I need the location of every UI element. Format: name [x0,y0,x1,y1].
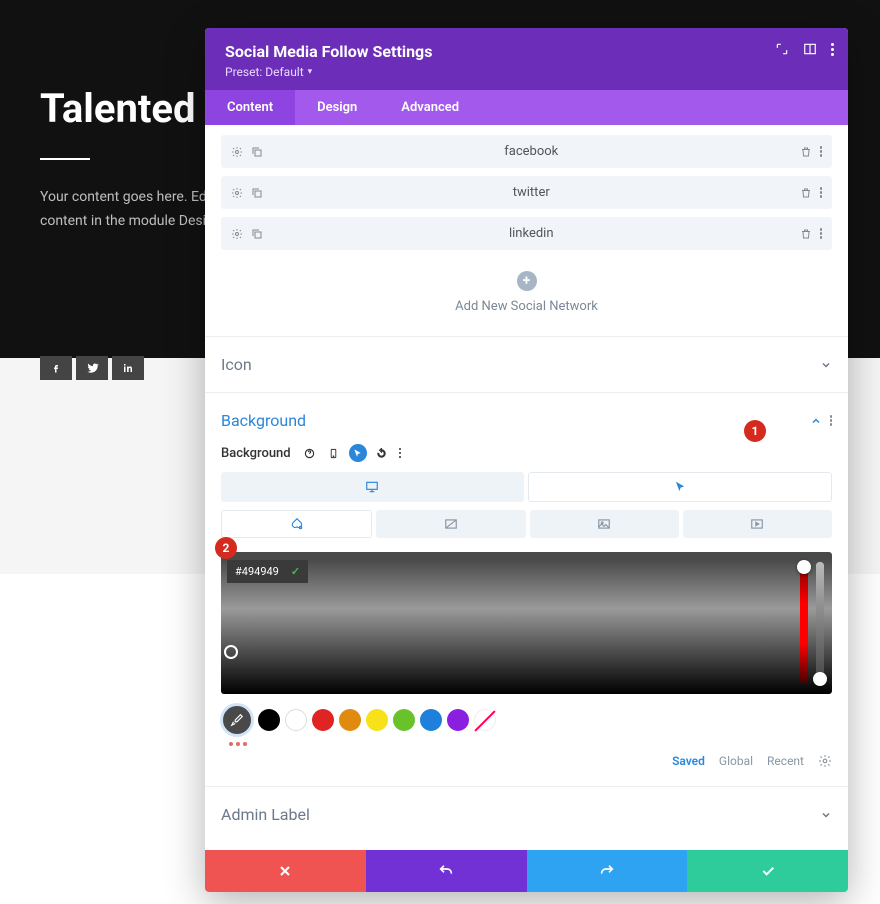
duplicate-icon[interactable] [251,228,263,240]
network-label: twitter [263,185,800,200]
network-row-twitter[interactable]: twitter [221,176,832,209]
palette-recent-tab[interactable]: Recent [767,754,804,768]
hue-slider[interactable] [800,562,808,684]
reset-icon[interactable] [373,444,391,462]
swatch-white[interactable] [285,709,307,731]
tab-design[interactable]: Design [295,90,379,125]
swatch-row [221,694,832,740]
palette-saved-tab[interactable]: Saved [672,754,705,768]
gear-icon[interactable] [231,187,243,199]
chevron-down-icon [820,359,832,371]
swatch-green[interactable] [393,709,415,731]
gear-icon[interactable] [231,228,243,240]
social-twitter-button[interactable] [76,356,108,380]
network-label: linkedin [263,226,800,241]
kebab-menu-icon[interactable] [831,43,834,56]
hex-value: #494949 [235,565,279,578]
hover-icon[interactable] [349,444,367,462]
bg-video-tab[interactable] [683,510,832,538]
swatch-purple[interactable] [447,709,469,731]
help-icon[interactable] [301,444,319,462]
section-title: Background [221,411,306,430]
check-icon[interactable]: ✓ [291,565,300,578]
responsive-desktop-tab[interactable] [221,472,524,502]
tab-content[interactable]: Content [205,90,295,125]
gear-icon[interactable] [231,146,243,158]
duplicate-icon[interactable] [251,187,263,199]
cancel-button[interactable] [205,850,366,892]
swatch-yellow[interactable] [366,709,388,731]
bg-gradient-tab[interactable] [376,510,525,538]
trash-icon[interactable] [800,228,812,240]
background-label: Background [221,446,291,461]
palette-global-tab[interactable]: Global [719,754,753,768]
section-icon[interactable]: Icon [221,341,832,388]
network-label: facebook [263,144,800,159]
color-handle[interactable] [224,645,238,659]
eyedropper-swatch[interactable] [221,704,253,736]
gear-icon[interactable] [818,754,832,768]
swatch-red[interactable] [312,709,334,731]
more-swatches-icon[interactable] [221,740,832,754]
swatch-orange[interactable] [339,709,361,731]
swatch-black[interactable] [258,709,280,731]
tablet-icon[interactable] [325,444,343,462]
hex-input[interactable]: #494949 ✓ [227,560,308,583]
bg-color-tab[interactable] [221,510,372,538]
add-network-button[interactable]: + [517,271,537,291]
social-linkedin-button[interactable] [112,356,144,380]
section-title: Admin Label [221,805,310,824]
social-follow-bar [40,356,148,380]
duplicate-icon[interactable] [251,146,263,158]
background-field-row: Background [221,444,832,472]
modal-header: Social Media Follow Settings Preset: Def… [205,28,848,90]
section-admin-label[interactable]: Admin Label [221,791,832,838]
kebab-menu-icon[interactable] [830,414,833,428]
bg-image-tab[interactable] [530,510,679,538]
trash-icon[interactable] [800,187,812,199]
slider-knob[interactable] [797,560,811,574]
expand-icon[interactable] [775,42,789,56]
swatch-blue[interactable] [420,709,442,731]
slider-knob[interactable] [813,672,827,686]
tab-advanced[interactable]: Advanced [379,90,481,125]
modal-footer [205,850,848,892]
social-facebook-button[interactable] [40,356,72,380]
title-underline [40,158,90,160]
settings-modal: Social Media Follow Settings Preset: Def… [205,28,848,892]
network-row-linkedin[interactable]: linkedin [221,217,832,250]
swatch-none[interactable] [474,709,496,731]
chevron-down-icon [820,809,832,821]
preset-label: Preset: Default [225,65,304,79]
preset-selector[interactable]: Preset: Default ▾ [225,65,312,79]
columns-icon[interactable] [803,42,817,56]
kebab-menu-icon[interactable] [820,186,823,200]
alpha-slider[interactable] [816,562,824,684]
kebab-menu-icon[interactable] [399,446,402,460]
modal-tabs: Content Design Advanced [205,90,848,125]
redo-button[interactable] [527,850,688,892]
add-network-label: Add New Social Network [221,299,832,314]
section-background[interactable]: Background [221,397,832,444]
chevron-up-icon [810,415,822,427]
chevron-down-icon: ▾ [308,67,313,77]
annotation-1: 1 [744,420,766,442]
trash-icon[interactable] [800,146,812,158]
responsive-hover-tab[interactable] [528,472,833,502]
save-button[interactable] [687,850,848,892]
network-row-facebook[interactable]: facebook [221,135,832,168]
annotation-2: 2 [215,537,237,559]
kebab-menu-icon[interactable] [820,227,823,241]
section-title: Icon [221,355,252,374]
color-picker-area[interactable]: #494949 ✓ [221,552,832,694]
kebab-menu-icon[interactable] [820,145,823,159]
modal-title: Social Media Follow Settings [225,42,828,61]
undo-button[interactable] [366,850,527,892]
